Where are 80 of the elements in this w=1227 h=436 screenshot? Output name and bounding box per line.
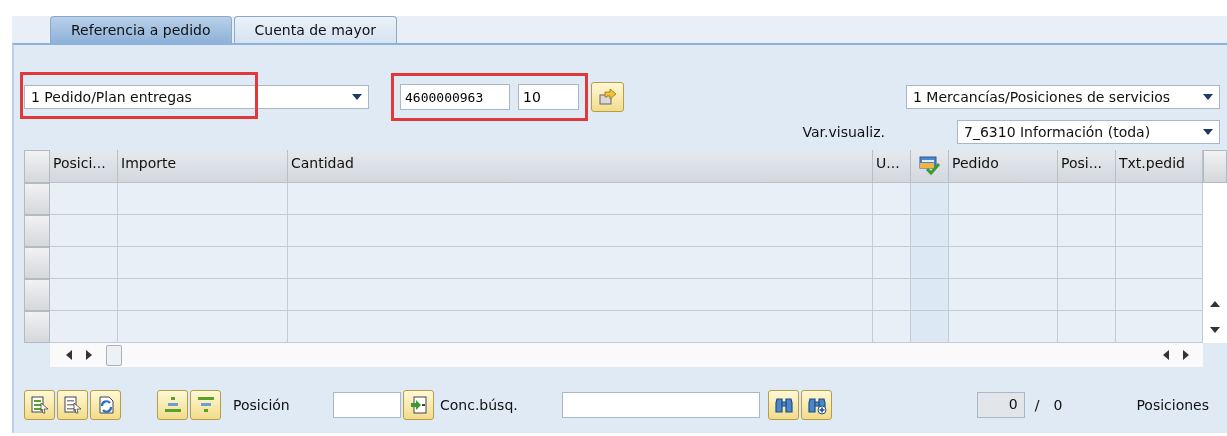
sort-descending-button[interactable] bbox=[190, 390, 221, 420]
column-header[interactable]: U... bbox=[873, 150, 911, 183]
scroll-left-icon[interactable] bbox=[66, 350, 72, 360]
column-header[interactable]: Pedido bbox=[949, 150, 1058, 183]
table-cell bbox=[1058, 215, 1116, 247]
row-selector[interactable] bbox=[24, 279, 50, 311]
table-cell bbox=[911, 215, 949, 247]
table-cell bbox=[911, 247, 949, 279]
caret-icon bbox=[352, 94, 362, 100]
sort-ascending-icon bbox=[162, 395, 183, 415]
select-all-items-button[interactable] bbox=[24, 390, 55, 420]
counter-separator: / bbox=[1034, 397, 1040, 413]
list-cursor-icon bbox=[62, 395, 83, 415]
counter-total: 0 bbox=[1053, 397, 1063, 413]
sort-ascending-button[interactable] bbox=[157, 390, 188, 420]
deselect-all-button[interactable] bbox=[57, 390, 88, 420]
table-cell bbox=[50, 183, 118, 215]
item-type-dropdown[interactable]: 1 Mercancías/Posiciones de servicios bbox=[906, 85, 1220, 109]
column-header[interactable] bbox=[911, 150, 949, 183]
position-label: Posición bbox=[233, 397, 291, 413]
caret-icon bbox=[1203, 129, 1213, 135]
table-cell bbox=[1058, 183, 1116, 215]
table-cell bbox=[50, 311, 118, 343]
table-cell bbox=[873, 183, 911, 215]
search-field[interactable] bbox=[562, 392, 760, 418]
table-cell bbox=[911, 183, 949, 215]
select-all-button[interactable] bbox=[24, 150, 50, 183]
select-list-icon bbox=[29, 395, 50, 415]
column-header[interactable]: Importe bbox=[118, 150, 288, 183]
search-label: Conc.búsq. bbox=[440, 397, 519, 413]
checked-card-icon bbox=[918, 156, 941, 176]
counter-field: 0 bbox=[976, 392, 1025, 418]
scroll-up-icon[interactable] bbox=[1210, 301, 1220, 307]
column-header[interactable]: Posici... bbox=[50, 150, 118, 183]
import-icon bbox=[408, 395, 429, 415]
binoculars-plus-icon bbox=[806, 395, 827, 415]
caret-icon bbox=[1203, 94, 1213, 100]
table-cell bbox=[50, 215, 118, 247]
order-field[interactable]: 4600000963 bbox=[400, 84, 510, 110]
column-settings-button[interactable] bbox=[1203, 150, 1227, 183]
table-cell bbox=[1058, 279, 1116, 311]
table-cell bbox=[1058, 311, 1116, 343]
scroll-down-icon[interactable] bbox=[1210, 327, 1220, 333]
search-button[interactable] bbox=[768, 390, 799, 420]
table-cell bbox=[911, 311, 949, 343]
row-selector[interactable] bbox=[24, 215, 50, 247]
scroll-left-icon[interactable] bbox=[1163, 350, 1169, 360]
display-variant-label: Var.visualiz. bbox=[802, 124, 885, 140]
column-header[interactable]: Posi... bbox=[1058, 150, 1116, 183]
search-next-button[interactable] bbox=[801, 390, 832, 420]
export-icon bbox=[597, 88, 618, 106]
row-selector[interactable] bbox=[24, 183, 50, 215]
document-type-dropdown[interactable]: 1 Pedido/Plan entregas bbox=[24, 85, 369, 109]
tab[interactable]: Cuenta de mayor bbox=[233, 16, 397, 43]
table-cell bbox=[873, 279, 911, 311]
vertical-scrollbar[interactable] bbox=[1203, 183, 1227, 343]
scroll-right-icon[interactable] bbox=[86, 350, 92, 360]
display-variant-dropdown[interactable]: 7_6310 Información (toda) bbox=[957, 120, 1220, 144]
column-header[interactable]: Txt.pedid bbox=[1116, 150, 1203, 183]
transfer-button[interactable] bbox=[591, 82, 624, 112]
scroll-right-icon[interactable] bbox=[1183, 350, 1189, 360]
row-selector[interactable] bbox=[24, 247, 50, 279]
go-to-position-button[interactable] bbox=[403, 390, 434, 420]
table-cell bbox=[50, 247, 118, 279]
table-cell bbox=[873, 215, 911, 247]
binoculars-icon bbox=[773, 395, 794, 415]
items-label: Posiciones bbox=[1136, 397, 1209, 413]
table-cell bbox=[50, 279, 118, 311]
table-cell bbox=[911, 279, 949, 311]
item-field[interactable]: 10 bbox=[518, 84, 579, 110]
refresh-button[interactable] bbox=[90, 390, 121, 420]
column-header[interactable]: Cantidad bbox=[288, 150, 873, 183]
tab[interactable]: Referencia a pedido bbox=[50, 16, 232, 43]
position-field[interactable] bbox=[333, 392, 401, 418]
scroll-thumb[interactable] bbox=[106, 344, 122, 366]
table-cell bbox=[873, 247, 911, 279]
table-cell bbox=[873, 311, 911, 343]
table-cell bbox=[1058, 247, 1116, 279]
row-selector[interactable] bbox=[24, 311, 50, 343]
sort-descending-icon bbox=[195, 395, 216, 415]
